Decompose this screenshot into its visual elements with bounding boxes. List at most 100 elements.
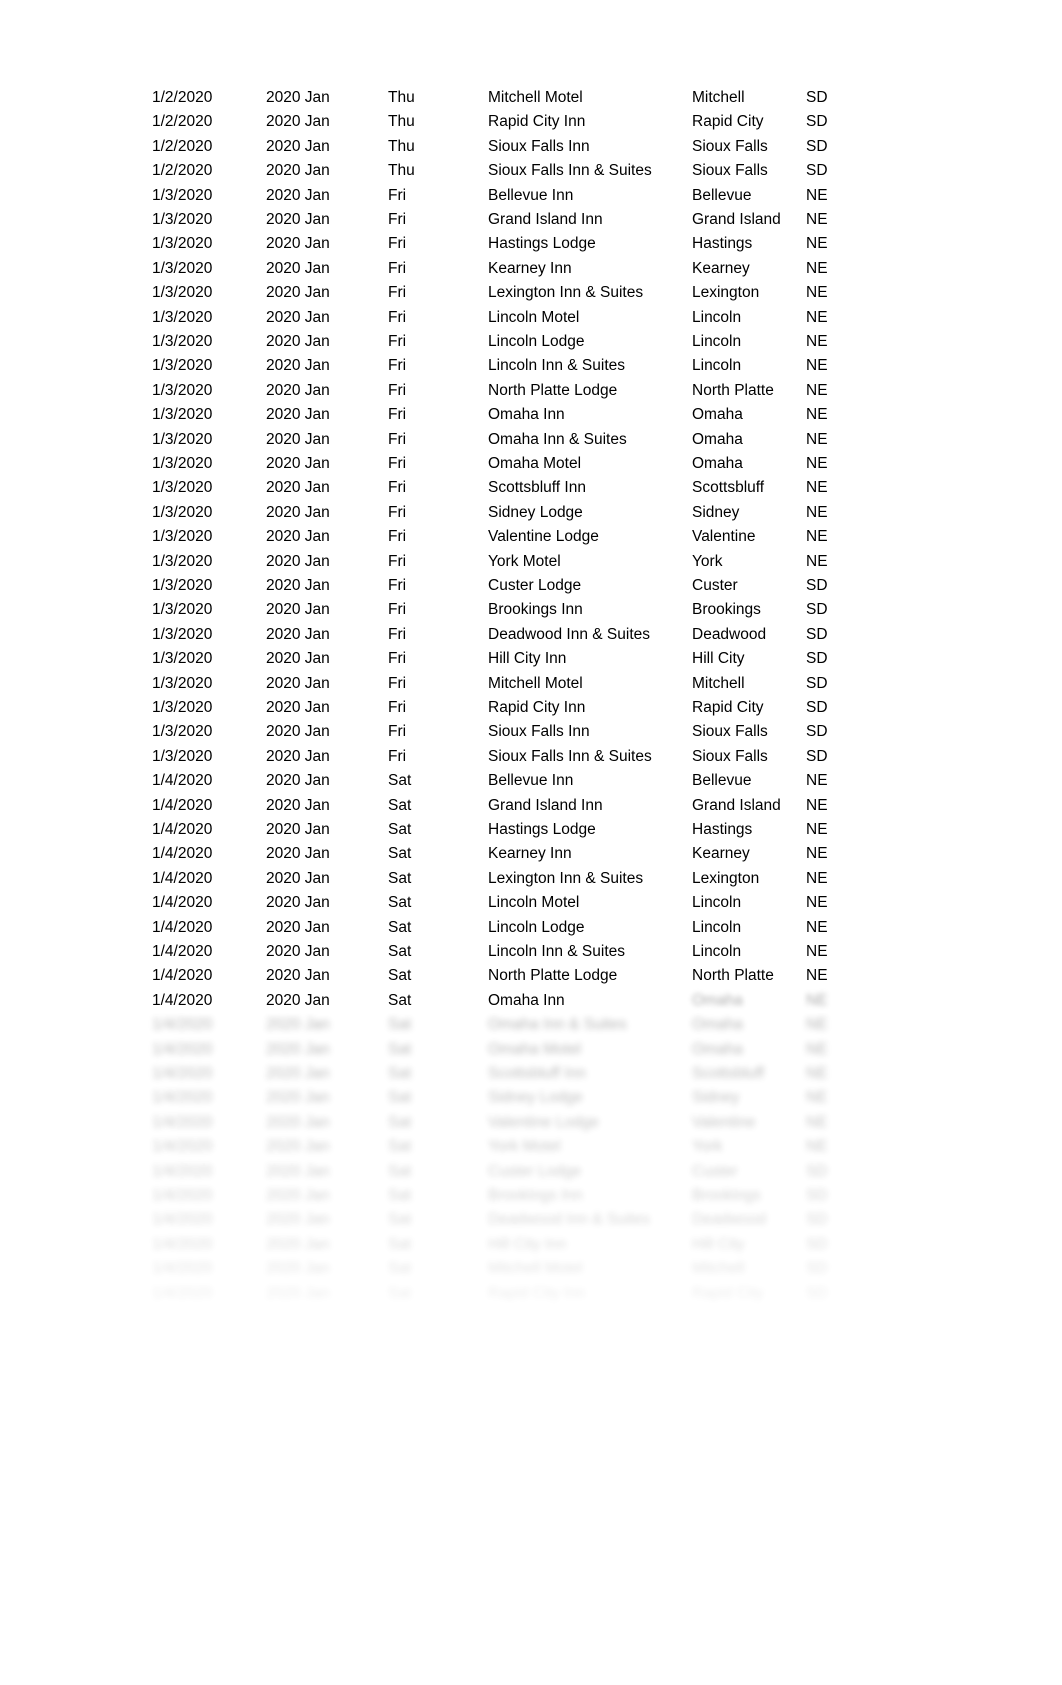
cell-state[interactable]: NE [806,1135,828,1159]
cell-date[interactable]: 1/3/2020 [152,598,212,622]
cell-hotel[interactable]: York Motel [488,1135,561,1159]
cell-state[interactable]: NE [806,867,828,891]
table-row[interactable]: 1/3/2020 2020 Jan Fri Lincoln Motel Lincoln N… [148,306,848,330]
cell-hotel[interactable]: Lincoln Lodge [488,330,585,354]
cell-date[interactable]: 1/4/2020 [152,842,212,866]
table-row[interactable]: 1/3/2020 2020 Jan Fri Scottsbluff Inn Scotts… [148,476,848,500]
cell-city[interactable]: Omaha [692,452,743,476]
cell-city[interactable]: Rapid City [692,110,764,134]
cell-hotel[interactable]: Omaha Inn [488,989,565,1013]
cell-month[interactable]: 2020 Jan [266,1135,330,1159]
cell-day[interactable]: Sat [388,867,411,891]
cell-date[interactable]: 1/4/2020 [152,1257,212,1281]
cell-month[interactable]: 2020 Jan [266,184,330,208]
cell-state[interactable]: NE [806,769,828,793]
table-row[interactable]: 1/3/2020 2020 Jan Fri Mitchell Motel Mitchel… [148,672,848,696]
cell-date[interactable]: 1/3/2020 [152,281,212,305]
cell-month[interactable]: 2020 Jan [266,1038,330,1062]
cell-city[interactable]: Sidney [692,501,739,525]
cell-hotel[interactable]: Omaha Motel [488,452,581,476]
cell-day[interactable]: Sat [388,1038,411,1062]
cell-hotel[interactable]: Custer Lodge [488,1160,581,1184]
cell-date[interactable]: 1/4/2020 [152,1062,212,1086]
table-row[interactable]: 1/4/2020 2020 Jan Sat Rapid City Inn Rapid C… [148,1282,848,1306]
cell-city[interactable]: Hill City [692,1233,745,1257]
cell-date[interactable]: 1/4/2020 [152,940,212,964]
cell-city[interactable]: Mitchell [692,672,745,696]
cell-day[interactable]: Fri [388,720,406,744]
cell-date[interactable]: 1/3/2020 [152,330,212,354]
table-row[interactable]: 1/4/2020 2020 Jan Sat Omaha Motel Omaha NE [148,1038,848,1062]
cell-month[interactable]: 2020 Jan [266,1062,330,1086]
table-row[interactable]: 1/4/2020 2020 Jan Sat Custer Lodge Custer SD [148,1160,848,1184]
cell-month[interactable]: 2020 Jan [266,940,330,964]
cell-date[interactable]: 1/3/2020 [152,184,212,208]
cell-day[interactable]: Fri [388,354,406,378]
table-row[interactable]: 1/2/2020 2020 Jan Thu Sioux Falls Inn & Sui… [148,159,848,183]
cell-day[interactable]: Sat [388,1233,411,1257]
cell-state[interactable]: SD [806,647,828,671]
cell-date[interactable]: 1/3/2020 [152,550,212,574]
cell-state[interactable]: NE [806,891,828,915]
table-row[interactable]: 1/3/2020 2020 Jan Fri Lexington Inn & Suite… [148,281,848,305]
cell-month[interactable]: 2020 Jan [266,501,330,525]
cell-state[interactable]: SD [806,672,828,696]
cell-day[interactable]: Sat [388,940,411,964]
cell-hotel[interactable]: Lincoln Motel [488,306,579,330]
cell-date[interactable]: 1/3/2020 [152,428,212,452]
cell-state[interactable]: SD [806,1184,828,1208]
cell-month[interactable]: 2020 Jan [266,1013,330,1037]
cell-hotel[interactable]: Hill City Inn [488,1233,566,1257]
cell-day[interactable]: Sat [388,818,411,842]
cell-month[interactable]: 2020 Jan [266,720,330,744]
table-row[interactable]: 1/4/2020 2020 Jan Sat Lexington Inn & Suite… [148,867,848,891]
cell-city[interactable]: Lexington [692,867,759,891]
cell-day[interactable]: Sat [388,1208,411,1232]
cell-date[interactable]: 1/3/2020 [152,379,212,403]
cell-hotel[interactable]: Rapid City Inn [488,696,585,720]
table-row[interactable]: 1/3/2020 2020 Jan Fri Hill City Inn Hill Cit… [148,647,848,671]
cell-hotel[interactable]: Omaha Inn & Suites [488,428,627,452]
table-row[interactable]: 1/3/2020 2020 Jan Fri Valentine Lodge Valent… [148,525,848,549]
cell-day[interactable]: Sat [388,1013,411,1037]
table-row[interactable]: 1/3/2020 2020 Jan Fri Hastings Lodge Hasting… [148,232,848,256]
cell-state[interactable]: NE [806,476,828,500]
cell-hotel[interactable]: Bellevue Inn [488,769,573,793]
cell-hotel[interactable]: Scottsbluff Inn [488,476,586,500]
cell-date[interactable]: 1/3/2020 [152,672,212,696]
cell-month[interactable]: 2020 Jan [266,232,330,256]
cell-city[interactable]: Custer [692,1160,738,1184]
cell-city[interactable]: Custer [692,574,738,598]
cell-day[interactable]: Sat [388,1160,411,1184]
cell-city[interactable]: Lexington [692,281,759,305]
table-row[interactable]: 1/3/2020 2020 Jan Fri Sioux Falls Inn Sioux … [148,720,848,744]
cell-state[interactable]: NE [806,818,828,842]
cell-state[interactable]: NE [806,1086,828,1110]
cell-month[interactable]: 2020 Jan [266,867,330,891]
cell-city[interactable]: Lincoln [692,306,741,330]
cell-month[interactable]: 2020 Jan [266,550,330,574]
cell-city[interactable]: Deadwood [692,1208,766,1232]
cell-city[interactable]: Sioux Falls [692,745,768,769]
cell-state[interactable]: NE [806,964,828,988]
cell-state[interactable]: NE [806,1038,828,1062]
cell-city[interactable]: Hastings [692,818,752,842]
cell-state[interactable]: NE [806,281,828,305]
cell-date[interactable]: 1/3/2020 [152,232,212,256]
cell-hotel[interactable]: Kearney Inn [488,257,572,281]
cell-state[interactable]: NE [806,257,828,281]
cell-hotel[interactable]: Lincoln Inn & Suites [488,940,625,964]
cell-city[interactable]: Grand Island [692,794,781,818]
table-row[interactable]: 1/4/2020 2020 Jan Sat Lincoln Inn & Suites L… [148,940,848,964]
cell-state[interactable]: NE [806,940,828,964]
cell-day[interactable]: Fri [388,623,406,647]
cell-hotel[interactable]: Hastings Lodge [488,232,596,256]
cell-hotel[interactable]: Sioux Falls Inn [488,720,590,744]
cell-city[interactable]: Valentine [692,525,755,549]
cell-day[interactable]: Sat [388,794,411,818]
cell-state[interactable]: NE [806,354,828,378]
cell-city[interactable]: North Platte [692,964,774,988]
table-row[interactable]: 1/3/2020 2020 Jan Fri Rapid City Inn Rapid C… [148,696,848,720]
cell-hotel[interactable]: Omaha Inn & Suites [488,1013,627,1037]
cell-hotel[interactable]: Brookings Inn [488,1184,583,1208]
